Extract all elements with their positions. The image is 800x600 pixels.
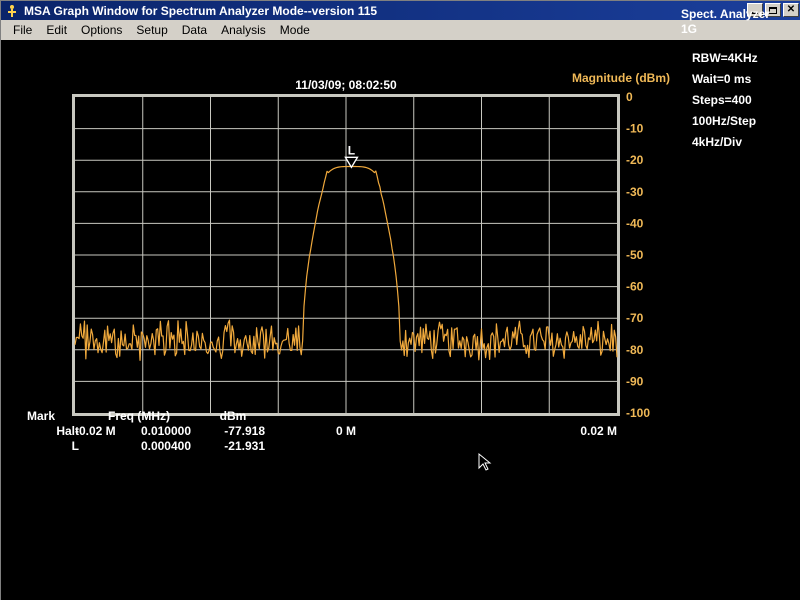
- cell-mark: L: [71, 439, 79, 453]
- table-header-row: Mark Freq (MHz) dBm: [27, 409, 265, 424]
- param-wait: Wait=0 ms: [692, 72, 752, 86]
- col-header-freq: Freq (MHz): [108, 409, 170, 423]
- cell-dbm: -77.918: [224, 424, 265, 438]
- y-axis-tick-label: -80: [626, 343, 644, 357]
- x-axis-tick-label: 0 M: [336, 424, 356, 438]
- window-title: MSA Graph Window for Spectrum Analyzer M…: [24, 3, 378, 18]
- x-axis-tick-label: 0.02 M: [580, 424, 617, 438]
- info-panel: Spect. Analyzer 1G RBW=4KHz Wait=0 ms St…: [656, 7, 796, 153]
- marker-pointer-icon[interactable]: [344, 156, 359, 169]
- y-axis-tick-label: -10: [626, 122, 644, 136]
- table-row: Halt 0.010000 -77.918: [27, 424, 265, 439]
- y-axis-tick-label: -20: [626, 153, 644, 167]
- marker-label-l: L: [348, 143, 355, 157]
- menu-item-analysis[interactable]: Analysis: [214, 21, 273, 39]
- y-axis-tick-label: -70: [626, 311, 644, 325]
- col-header-mark: Mark: [27, 409, 56, 423]
- menu-item-edit[interactable]: Edit: [39, 21, 74, 39]
- param-step-size: 100Hz/Step: [692, 114, 757, 128]
- cell-freq: 0.010000: [140, 424, 191, 438]
- y-axis-tick-label: -30: [626, 185, 644, 199]
- analyzer-mode-line1: Spect. Analyzer: [681, 7, 770, 21]
- marker-readout-table: Mark Freq (MHz) dBm Halt 0.010000 -77.91…: [27, 409, 265, 454]
- y-axis-tick-label: -90: [626, 374, 644, 388]
- cell-mark: Halt: [56, 424, 79, 438]
- y-axis-tick-label: -100: [626, 406, 650, 420]
- param-rbw: RBW=4KHz: [692, 51, 758, 65]
- menu-item-data[interactable]: Data: [175, 21, 214, 39]
- sweep-parameters: RBW=4KHz Wait=0 ms Steps=400 100Hz/Step …: [692, 48, 796, 153]
- menu-item-mode[interactable]: Mode: [273, 21, 317, 39]
- menu-item-file[interactable]: File: [6, 21, 39, 39]
- param-div: 4kHz/Div: [692, 135, 743, 149]
- analyzer-mode-line2: 1G: [681, 22, 698, 36]
- y-axis-tick-label: -50: [626, 248, 644, 262]
- table-row: L 0.000400 -21.931: [27, 439, 265, 454]
- bottom-toolbar: Marker L Delete Clear Marks - MHz + 0.00…: [1, 549, 800, 600]
- menu-item-options[interactable]: Options: [74, 21, 129, 39]
- y-axis-tick-label: 0: [626, 90, 633, 104]
- cell-freq: 0.000400: [140, 439, 191, 453]
- col-header-dbm: dBm: [219, 409, 247, 423]
- app-icon: [4, 3, 20, 19]
- y-axis-tick-label: -60: [626, 280, 644, 294]
- cell-dbm: -21.931: [224, 439, 265, 453]
- y-axis-tick-label: -40: [626, 216, 644, 230]
- param-steps: Steps=400: [692, 93, 752, 107]
- menu-item-setup[interactable]: Setup: [129, 21, 174, 39]
- msa-graph-window: MSA Graph Window for Spectrum Analyzer M…: [0, 0, 800, 600]
- mouse-cursor: [478, 452, 492, 471]
